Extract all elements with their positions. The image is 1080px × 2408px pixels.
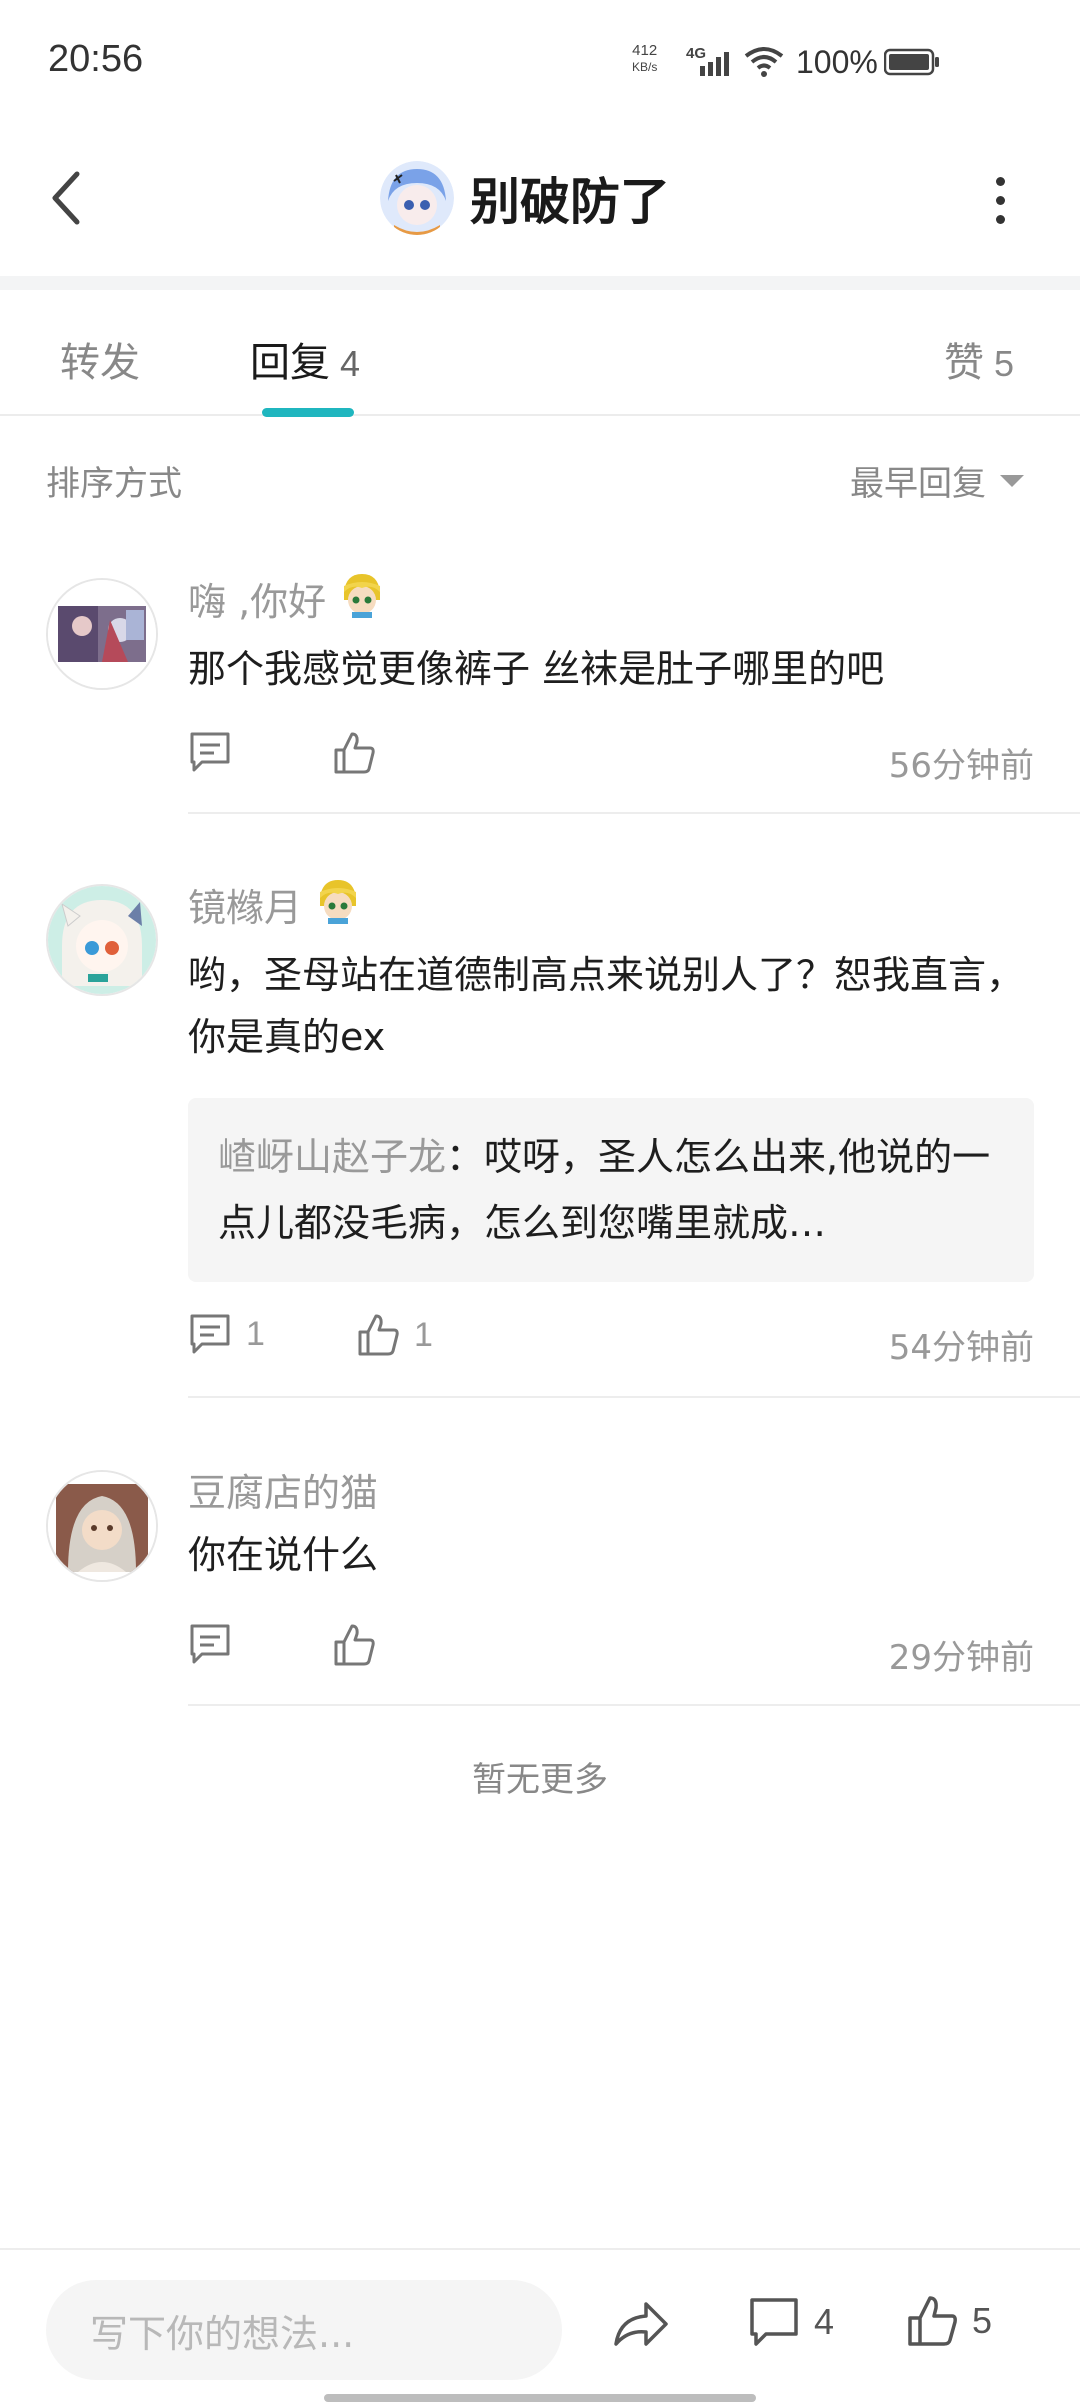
more-options-button[interactable]: [984, 170, 1016, 230]
section-separator: [0, 276, 1080, 290]
commenter-name[interactable]: 嗨 ,你好: [188, 570, 386, 627]
tab-forward[interactable]: 转发: [60, 330, 140, 388]
commenter-avatar[interactable]: [46, 578, 158, 690]
comment-item: 豆腐店的猫 你在说什么 29分钟前: [0, 1428, 1080, 1708]
comment-text: 你在说什么: [188, 1533, 379, 1577]
tab-reply-count: 4: [340, 343, 361, 384]
quoted-reply[interactable]: 嵖岈山赵子龙：哎呀，圣人怎么出来,他说的一点儿都没毛病，怎么到您嘴里就成…: [188, 1098, 1034, 1282]
reply-button[interactable]: [188, 730, 232, 774]
sort-label: 排序方式: [46, 464, 182, 504]
commenter-name[interactable]: 豆腐店的猫: [188, 1462, 378, 1517]
comment-text: 哟，圣母站在道德制高点来说别人了？恕我直言，你是真的ex: [188, 953, 1025, 1059]
comment-icon: [190, 732, 230, 772]
cellular-signal-icon: 4G: [686, 44, 738, 82]
thumbs-up-icon: [334, 1624, 375, 1666]
share-button[interactable]: [612, 2298, 670, 2356]
comment-actions: 56分钟前: [188, 730, 1034, 790]
tab-forward-label: 转发: [60, 340, 140, 386]
caret-down-icon: [1000, 474, 1024, 487]
commenter-name-text: 豆腐店的猫: [188, 1471, 379, 1515]
battery-icon: [883, 48, 940, 80]
comment-icon: [190, 1624, 230, 1664]
divider: [188, 1396, 1080, 1398]
comment-item: 嗨 ,你好 那个我感觉更像裤子 丝袜是肚子哪里的吧 56分钟前: [0, 540, 1080, 820]
bottom-like-count: 5: [972, 2300, 993, 2341]
reply-count: 1: [246, 1314, 265, 1353]
commenter-name-text: 嗨 ,你好: [188, 580, 327, 624]
divider: [188, 812, 1080, 814]
reply-button[interactable]: [188, 1622, 232, 1666]
no-more-label: 暂无更多: [472, 1760, 608, 1800]
divider: [188, 1704, 1080, 1706]
wifi-icon: [744, 44, 784, 82]
comment-actions: 29分钟前: [188, 1622, 1034, 1682]
comment-text: 那个我感觉更像裤子 丝袜是肚子哪里的吧: [188, 647, 885, 691]
commenter-name-text: 镜橼月: [188, 886, 303, 930]
status-bar: 20:56 412 KB/s 4G 100%: [0, 0, 1080, 120]
battery-percent: 100%: [796, 44, 878, 80]
status-time: 20:56: [48, 38, 144, 80]
thumbs-up-icon: [908, 2296, 957, 2346]
thumbs-up-icon: [334, 732, 375, 774]
user-badge-icon: [338, 570, 386, 627]
commenter-name[interactable]: 镜橼月: [188, 876, 362, 933]
network-speed: 412 KB/s: [632, 42, 657, 76]
sort-dropdown[interactable]: 最早回复: [850, 456, 1024, 505]
post-title: 别破防了: [380, 156, 670, 240]
back-button[interactable]: [36, 158, 96, 238]
tab-like-count: 5: [994, 343, 1015, 384]
like-count-button[interactable]: 5: [906, 2294, 992, 2348]
sort-selected-value: 最早回复: [850, 464, 986, 504]
tab-like-label: 赞: [944, 340, 984, 386]
more-vertical-icon: [995, 176, 1005, 186]
comment-time: 54分钟前: [888, 1328, 1034, 1368]
sort-row: 排序方式 最早回复: [0, 416, 1080, 540]
comment-time: 56分钟前: [888, 746, 1034, 786]
home-indicator[interactable]: [324, 2394, 756, 2402]
reply-button[interactable]: 1: [188, 1312, 265, 1356]
svg-text:4G: 4G: [686, 45, 706, 62]
quoted-author[interactable]: 嵖岈山赵子龙: [218, 1135, 446, 1179]
tab-reply[interactable]: 回复 4: [250, 330, 360, 388]
comment-icon: [750, 2298, 798, 2346]
comment-icon: [190, 1314, 230, 1354]
share-arrow-icon: [614, 2302, 668, 2346]
comment-count-button[interactable]: 4: [748, 2296, 834, 2348]
like-button[interactable]: [332, 1622, 376, 1668]
commenter-avatar[interactable]: [46, 1470, 158, 1582]
comment-input[interactable]: 写下你的想法...: [46, 2280, 562, 2380]
comment-time: 29分钟前: [888, 1638, 1034, 1678]
tab-like[interactable]: 赞5: [944, 330, 1014, 388]
like-count: 1: [414, 1315, 433, 1354]
comment-actions: 1 1 54分钟前: [188, 1312, 1034, 1372]
author-avatar[interactable]: [380, 161, 454, 235]
tab-bar: 转发 回复 4 赞5: [0, 290, 1080, 417]
page-title: 别破防了: [470, 173, 670, 231]
network-speed-value: 412: [632, 42, 658, 59]
commenter-avatar[interactable]: [46, 884, 158, 996]
bottom-action-bar: 写下你的想法... 4 5: [0, 2248, 1080, 2408]
like-button[interactable]: 1: [356, 1312, 433, 1358]
thumbs-up-icon: [358, 1314, 399, 1356]
like-button[interactable]: [332, 730, 376, 776]
bottom-comment-count: 4: [814, 2301, 835, 2342]
network-speed-unit: KB/s: [632, 60, 658, 74]
user-badge-icon: [314, 876, 362, 933]
comment-item: 镜橼月 哟，圣母站在道德制高点来说别人了？恕我直言，你是真的ex 嵖岈山赵子龙：…: [0, 848, 1080, 1398]
tab-reply-label: 回复: [250, 340, 330, 386]
chevron-left-icon: [52, 171, 80, 225]
top-app-bar: 别破防了: [0, 120, 1080, 276]
